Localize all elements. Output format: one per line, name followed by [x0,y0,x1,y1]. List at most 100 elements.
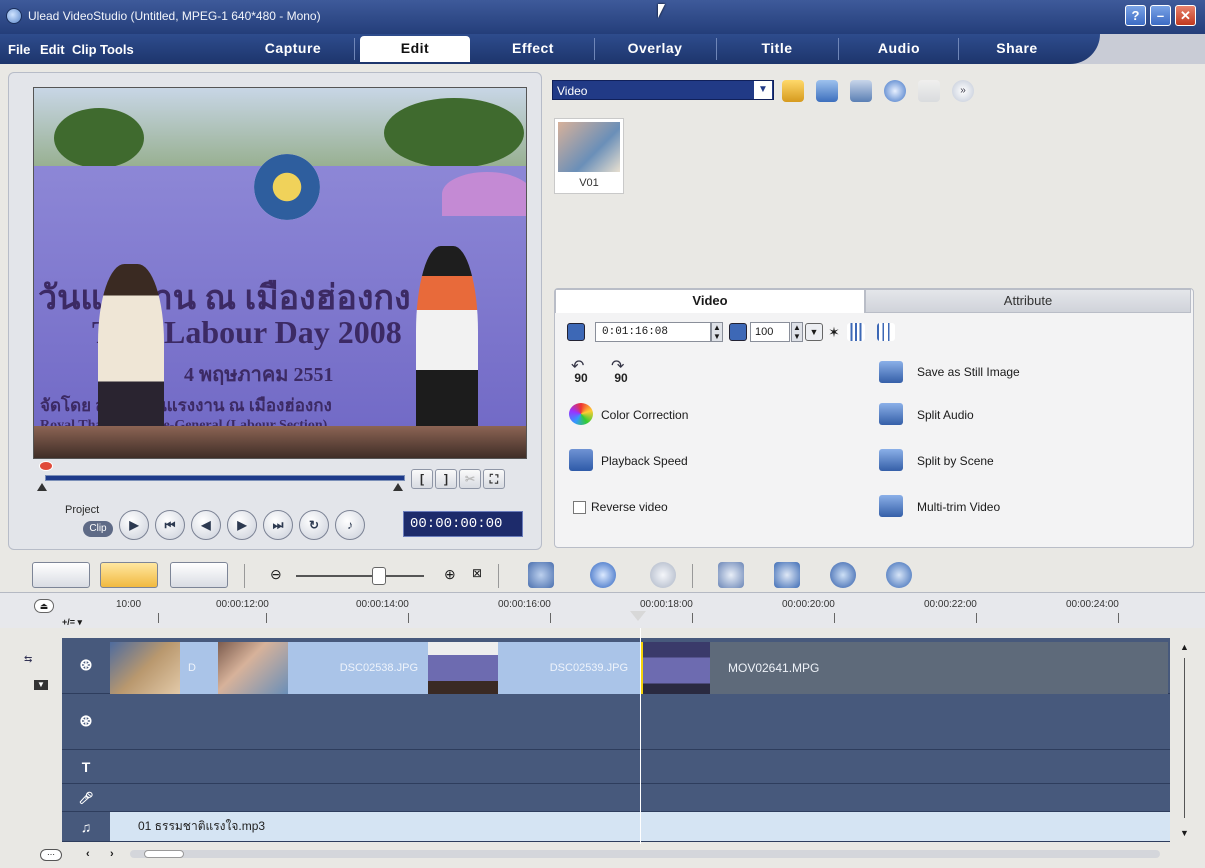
audio-view-button[interactable] [170,562,228,588]
volume-dropdown-icon[interactable]: ▼ [805,323,823,341]
chevron-down-icon[interactable]: ▼ [754,81,772,99]
timeline-horizontal-scrollbar[interactable] [130,850,1160,858]
photo-clip[interactable]: DSC02538.JPG [288,642,428,694]
timeline-menu-icon[interactable]: ⋯ [40,849,62,861]
repeat-button[interactable]: ↻ [299,510,329,540]
enlarge-preview-button[interactable]: ⛶ [483,469,505,489]
menu-tools[interactable]: Tools [100,42,134,57]
clip-mode-toggle[interactable]: Clip [83,521,113,537]
scroll-thumb[interactable] [144,850,184,858]
undo-icon[interactable] [590,562,616,588]
scroll-track[interactable] [1184,658,1185,818]
auto-music-icon[interactable] [830,562,856,588]
expand-double-chevron-icon[interactable]: » [952,80,974,102]
timeline-vertical-scrollbar[interactable]: ▲ ▼ [1176,638,1192,844]
next-frame-button[interactable]: ▶ [227,510,257,540]
scroll-right-icon[interactable]: › [110,848,114,860]
fit-project-icon[interactable]: ⊠ [472,566,482,580]
library-folder-select[interactable]: Video [552,80,774,100]
close-button[interactable]: ✕ [1175,5,1196,26]
home-button[interactable]: ⏮ [155,510,185,540]
reverse-video-label[interactable]: Reverse video [591,500,668,514]
library-thumbnail[interactable]: V01 [554,118,624,194]
storyboard-view-button[interactable] [32,562,90,588]
play-button[interactable]: ▶ [119,510,149,540]
mark-in-button[interactable]: [ [411,469,433,489]
menu-clip[interactable]: Clip [72,42,97,57]
tab-video-options[interactable]: Video [555,289,865,313]
track-manager-icon[interactable]: ⇆ [24,654,44,668]
voice-track-header: 🎤︎ [62,784,110,812]
cut-clip-button[interactable]: ✂ [459,469,481,489]
timeline-ruler[interactable]: ⏏ 10:00 00:00:12:00 00:00:14:00 00:00:16… [0,592,1205,628]
capture-icon[interactable] [884,80,906,102]
previous-frame-button[interactable]: ◀ [191,510,221,540]
timecode-display[interactable]: 00:00:00:00 [403,511,523,537]
preview-text-date: 4 พฤษภาคม 2551 [184,364,334,386]
project-mode-label[interactable]: Project [65,504,99,516]
save-still-button[interactable]: Save as Still Image [917,365,1020,379]
tab-title[interactable]: Title [722,36,832,62]
scrubber-track[interactable] [45,475,405,481]
scroll-left-icon[interactable]: ‹ [86,848,90,860]
zoom-slider-thumb[interactable] [372,567,386,585]
microphone-icon: 🎤︎ [78,791,94,805]
video-clip[interactable]: MOV02641.MPG [710,642,1168,694]
photo-clip[interactable]: D [180,642,218,694]
ruler-tick [408,613,409,623]
playhead-marker-icon[interactable] [630,611,646,621]
add-track-button[interactable]: +/= ▾ [62,617,82,628]
menu-edit[interactable]: Edit [40,42,65,57]
volume-button[interactable]: ♪ [335,510,365,540]
fade-out-icon[interactable] [877,323,895,341]
scrubber-handle[interactable] [39,461,53,471]
duration-spinner[interactable]: ▲ ▼ [711,322,723,342]
scroll-up-icon[interactable]: ▲ [1180,642,1189,652]
insert-media-icon[interactable] [528,562,554,588]
mark-out-button[interactable]: ] [435,469,457,489]
record-capture-icon[interactable] [774,562,800,588]
scroll-down-icon[interactable]: ▼ [1180,828,1189,838]
end-button[interactable]: ⏭ [263,510,293,540]
minimize-button[interactable]: – [1150,5,1171,26]
tab-effect[interactable]: Effect [478,36,588,62]
tab-share[interactable]: Share [962,36,1072,62]
zoom-out-icon[interactable]: ⊖ [270,566,282,583]
tab-edit[interactable]: Edit [360,36,470,62]
timeline-view-button[interactable] [100,562,158,588]
copy-icon[interactable] [918,80,940,102]
tab-overlay[interactable]: Overlay [600,36,710,62]
volume-field[interactable]: 100 [750,322,790,342]
tab-attribute[interactable]: Attribute [865,289,1191,313]
multi-trim-button[interactable]: Multi-trim Video [917,500,1000,514]
redo-icon[interactable] [650,562,676,588]
reverse-video-checkbox[interactable] [573,501,586,514]
menu-file[interactable]: File [8,42,30,57]
eject-icon[interactable]: ⏏ [34,599,54,613]
trim-in-marker[interactable] [37,483,47,491]
import-media-icon[interactable] [816,80,838,102]
folder-open-icon[interactable] [782,80,804,102]
library-manager-icon[interactable] [850,80,872,102]
tab-capture[interactable]: Capture [240,36,346,62]
chevron-down-icon[interactable]: ▼ [34,680,48,690]
trim-out-marker[interactable] [393,483,403,491]
mute-icon[interactable]: ✶ [825,323,843,341]
volume-spinner[interactable]: ▲ ▼ [791,322,803,342]
split-scene-button[interactable]: Split by Scene [917,454,994,468]
duration-field[interactable]: 0:01:16:08 [595,322,711,342]
ruler-tick [550,613,551,623]
zoom-in-icon[interactable]: ⊕ [444,566,456,583]
playback-speed-button[interactable]: Playback Speed [601,454,688,468]
library-panel: Video ▼ » V01 [548,72,1198,282]
color-wheel-icon [569,403,593,425]
fade-in-icon[interactable] [847,323,865,341]
tab-audio[interactable]: Audio [844,36,954,62]
photo-clip[interactable]: DSC02539.JPG [498,642,640,694]
split-audio-button[interactable]: Split Audio [917,408,974,422]
movie-wizard-icon[interactable] [886,562,912,588]
help-button[interactable]: ? [1125,5,1146,26]
color-correction-button[interactable]: Color Correction [601,408,688,422]
zoom-slider-track[interactable] [296,575,424,577]
smart-proxy-icon[interactable] [718,562,744,588]
